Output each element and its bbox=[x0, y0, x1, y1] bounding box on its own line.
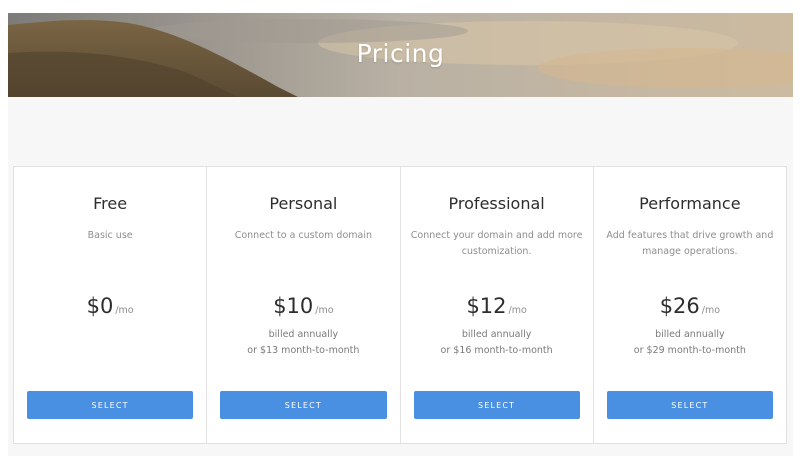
select-personal-button[interactable]: SELECT bbox=[220, 391, 387, 419]
plan-card-professional: Professional Connect your domain and add… bbox=[401, 167, 594, 443]
page-title: Pricing bbox=[356, 39, 445, 68]
plan-price: $10/mo bbox=[207, 294, 399, 318]
plan-price-amount: $12 bbox=[466, 294, 507, 318]
plan-price: $0/mo bbox=[14, 294, 206, 318]
plan-card-personal: Personal Connect to a custom domain $10/… bbox=[207, 167, 401, 443]
plan-price-amount: $10 bbox=[273, 294, 314, 318]
plan-billing-annual: billed annually bbox=[655, 329, 725, 340]
plan-price-amount: $26 bbox=[659, 294, 700, 318]
plan-name: Personal bbox=[269, 194, 338, 213]
plan-name: Performance bbox=[639, 194, 741, 213]
select-performance-button[interactable]: SELECT bbox=[606, 391, 773, 419]
plan-billing: billed annually or $29 month-to-month bbox=[594, 327, 786, 359]
plan-card-performance: Performance Add features that drive grow… bbox=[594, 167, 786, 443]
plan-billing-monthly: or $13 month-to-month bbox=[247, 345, 360, 356]
plan-price-amount: $0 bbox=[86, 294, 114, 318]
plan-description: Add features that drive growth and manag… bbox=[606, 230, 774, 257]
pricing-page: Pricing Free Basic use $0/mo SELECT Pers… bbox=[0, 0, 802, 456]
plan-price-period: /mo bbox=[701, 305, 721, 316]
plan-name: Professional bbox=[448, 194, 545, 213]
plan-price-period: /mo bbox=[315, 305, 334, 316]
select-free-button[interactable]: SELECT bbox=[27, 391, 194, 419]
plan-billing-annual: billed annually bbox=[268, 329, 339, 340]
plan-billing-monthly: or $16 month-to-month bbox=[440, 345, 553, 356]
plan-billing-annual: billed annually bbox=[461, 329, 532, 340]
plan-price-period: /mo bbox=[508, 305, 527, 316]
plan-price: $26/mo bbox=[594, 294, 786, 318]
plan-card-free: Free Basic use $0/mo SELECT bbox=[14, 167, 208, 443]
plan-price-period: /mo bbox=[115, 305, 134, 316]
plan-price: $12/mo bbox=[401, 294, 593, 318]
plan-description: Basic use bbox=[87, 230, 133, 241]
plan-name: Free bbox=[93, 194, 128, 213]
plan-billing: billed annually or $13 month-to-month bbox=[207, 327, 399, 359]
plan-description: Connect your domain and add more customi… bbox=[410, 230, 583, 257]
plan-billing-monthly: or $29 month-to-month bbox=[633, 345, 746, 356]
hero-banner: Pricing bbox=[8, 13, 793, 97]
pricing-plans: Free Basic use $0/mo SELECT Personal Con… bbox=[13, 166, 787, 444]
select-professional-button[interactable]: SELECT bbox=[413, 391, 580, 419]
plan-description: Connect to a custom domain bbox=[234, 230, 373, 241]
plan-billing: billed annually or $16 month-to-month bbox=[401, 327, 593, 359]
